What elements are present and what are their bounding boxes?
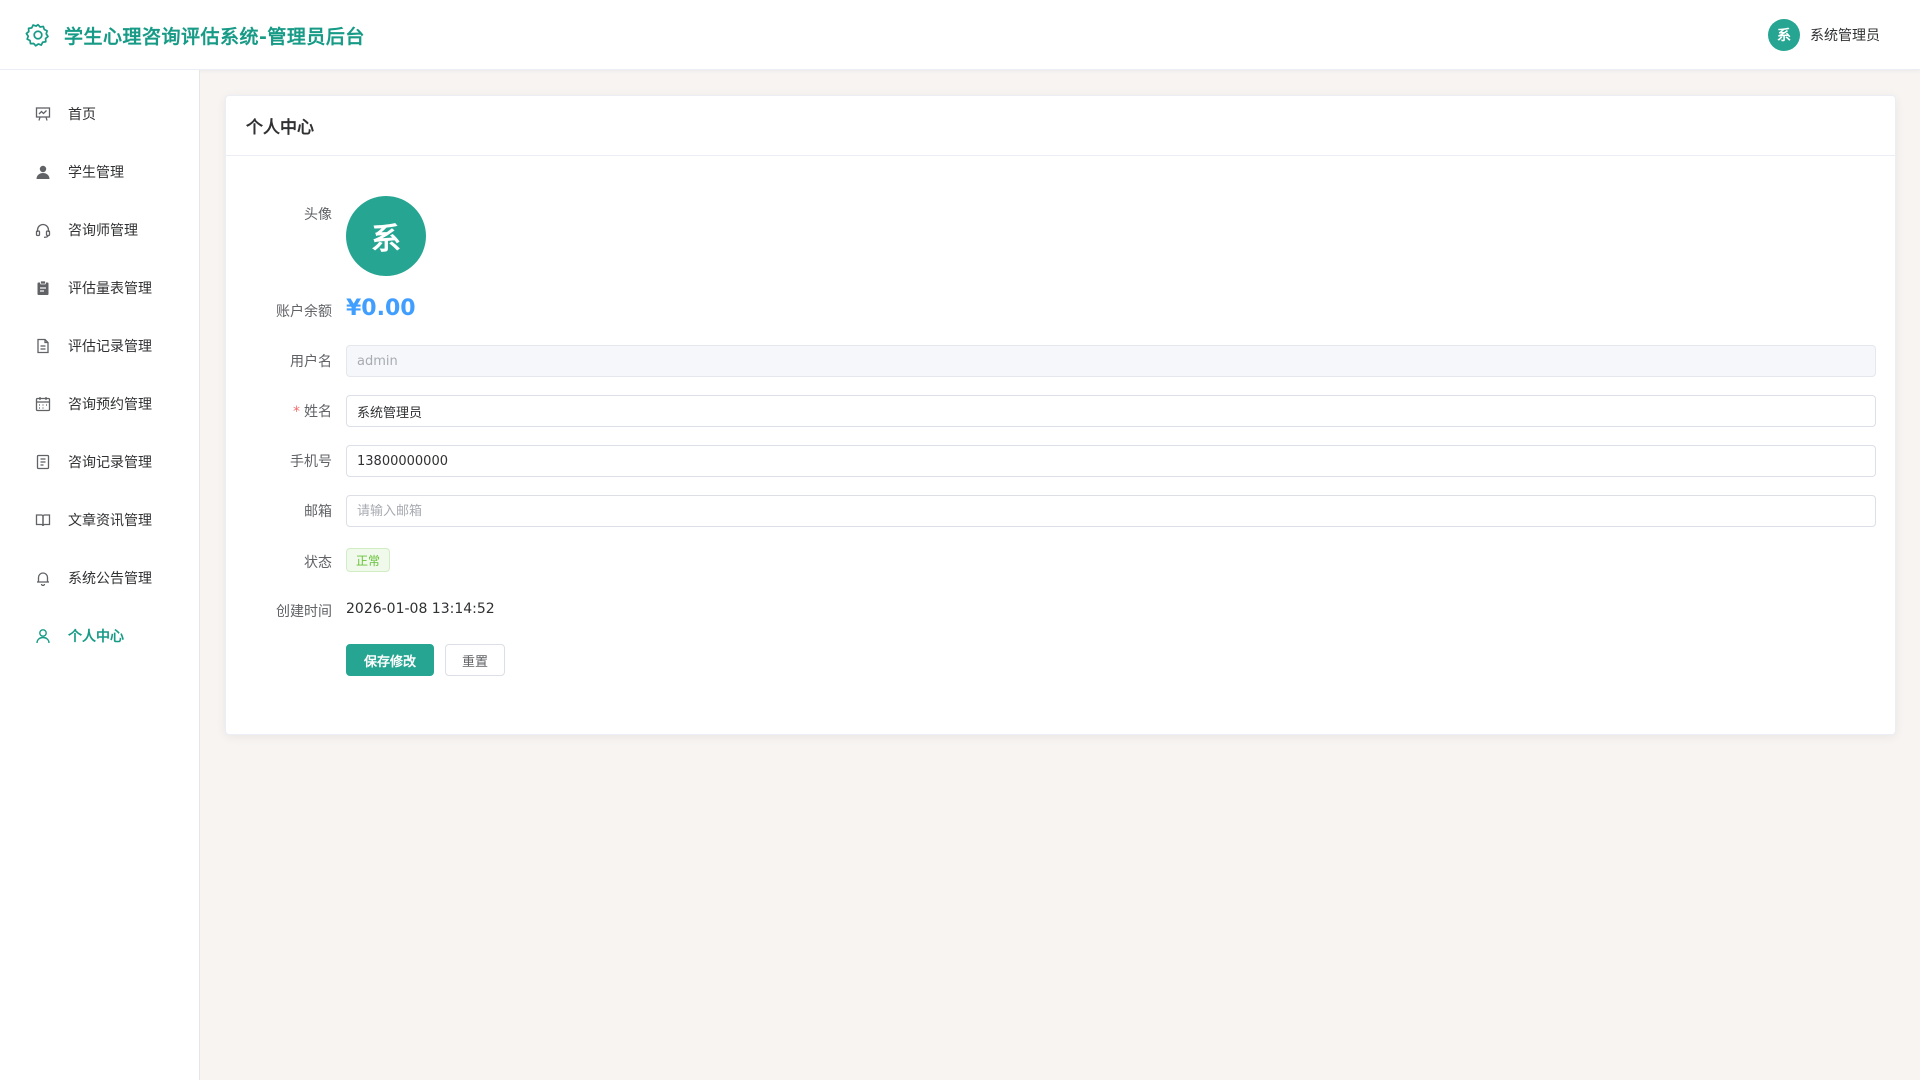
sidebar-item-home[interactable]: 首页 — [0, 85, 199, 143]
sidebar-item-appointments[interactable]: 咨询预约管理 — [0, 375, 199, 433]
brand: 学生心理咨询评估系统-管理员后台 — [24, 20, 365, 50]
sidebar-item-students[interactable]: 学生管理 — [0, 143, 199, 201]
status-badge: 正常 — [346, 548, 391, 572]
sidebar-item-label: 评估量表管理 — [68, 281, 152, 297]
profile-card: 个人中心 头像 系 账户余额 ¥0.00 用户名 *姓名 手机号 邮箱 状态 正… — [225, 95, 1896, 735]
phone-label: 手机号 — [290, 454, 332, 470]
sidebar-item-assessments[interactable]: 评估记录管理 — [0, 317, 199, 375]
sidebar-item-label: 个人中心 — [68, 629, 124, 645]
phone-field[interactable] — [346, 445, 1876, 477]
clipboard-icon — [34, 279, 52, 297]
email-field[interactable] — [346, 495, 1876, 527]
sidebar-item-label: 咨询记录管理 — [68, 455, 152, 471]
sidebar-item-label: 评估记录管理 — [68, 339, 152, 355]
book-icon — [34, 511, 52, 529]
balance-label: 账户余额 — [276, 304, 332, 320]
notebook-icon — [34, 453, 52, 471]
name-field[interactable] — [346, 395, 1876, 427]
sidebar-item-consult-records[interactable]: 咨询记录管理 — [0, 433, 199, 491]
user-filled-icon — [34, 163, 52, 181]
user-menu[interactable]: 系 系统管理员 — [1768, 19, 1880, 51]
calendar-icon — [34, 395, 52, 413]
reset-button[interactable]: 重置 — [445, 644, 505, 676]
balance-value: ¥0.00 — [346, 296, 416, 321]
bell-icon — [34, 569, 52, 587]
created-time: 2026-01-08 13:14:52 — [346, 601, 495, 617]
sidebar-item-label: 咨询师管理 — [68, 223, 138, 239]
user-name[interactable]: 系统管理员 — [1810, 25, 1880, 45]
sidebar-item-label: 首页 — [68, 107, 96, 123]
page-title: 个人中心 — [246, 118, 314, 138]
save-button[interactable]: 保存修改 — [346, 644, 434, 676]
headset-icon — [34, 221, 52, 239]
document-icon — [34, 337, 52, 355]
app-title: 学生心理咨询评估系统-管理员后台 — [64, 25, 365, 48]
sidebar-item-label: 系统公告管理 — [68, 571, 152, 587]
user-icon — [34, 627, 52, 645]
sidebar-item-label: 文章资讯管理 — [68, 513, 152, 529]
gear-icon — [24, 21, 52, 49]
avatar[interactable]: 系 — [1768, 19, 1800, 51]
card-header: 个人中心 — [226, 96, 1895, 156]
username-label: 用户名 — [290, 354, 332, 370]
email-label: 邮箱 — [304, 504, 332, 520]
sidebar-item-label: 咨询预约管理 — [68, 397, 152, 413]
name-label-text: 姓名 — [304, 404, 332, 420]
sidebar-item-articles[interactable]: 文章资讯管理 — [0, 491, 199, 549]
top-header: 学生心理咨询评估系统-管理员后台 系 系统管理员 — [0, 0, 1920, 70]
chart-board-icon — [34, 105, 52, 123]
sidebar-item-scales[interactable]: 评估量表管理 — [0, 259, 199, 317]
sidebar-item-label: 学生管理 — [68, 165, 124, 181]
profile-avatar[interactable]: 系 — [346, 196, 426, 276]
required-mark: * — [293, 404, 300, 420]
sidebar-item-announcements[interactable]: 系统公告管理 — [0, 549, 199, 607]
sidebar: 首页 学生管理 咨询师管理 评估量表管理 评估记录管理 咨询预约管理 咨询记录管… — [0, 70, 200, 1080]
name-label: * 姓名 — [293, 401, 332, 421]
sidebar-item-profile[interactable]: 个人中心 — [0, 607, 199, 665]
username-field[interactable] — [346, 345, 1876, 377]
status-label: 状态 — [304, 555, 332, 571]
sidebar-item-counselors[interactable]: 咨询师管理 — [0, 201, 199, 259]
avatar-label: 头像 — [304, 207, 332, 223]
created-label: 创建时间 — [276, 604, 332, 620]
